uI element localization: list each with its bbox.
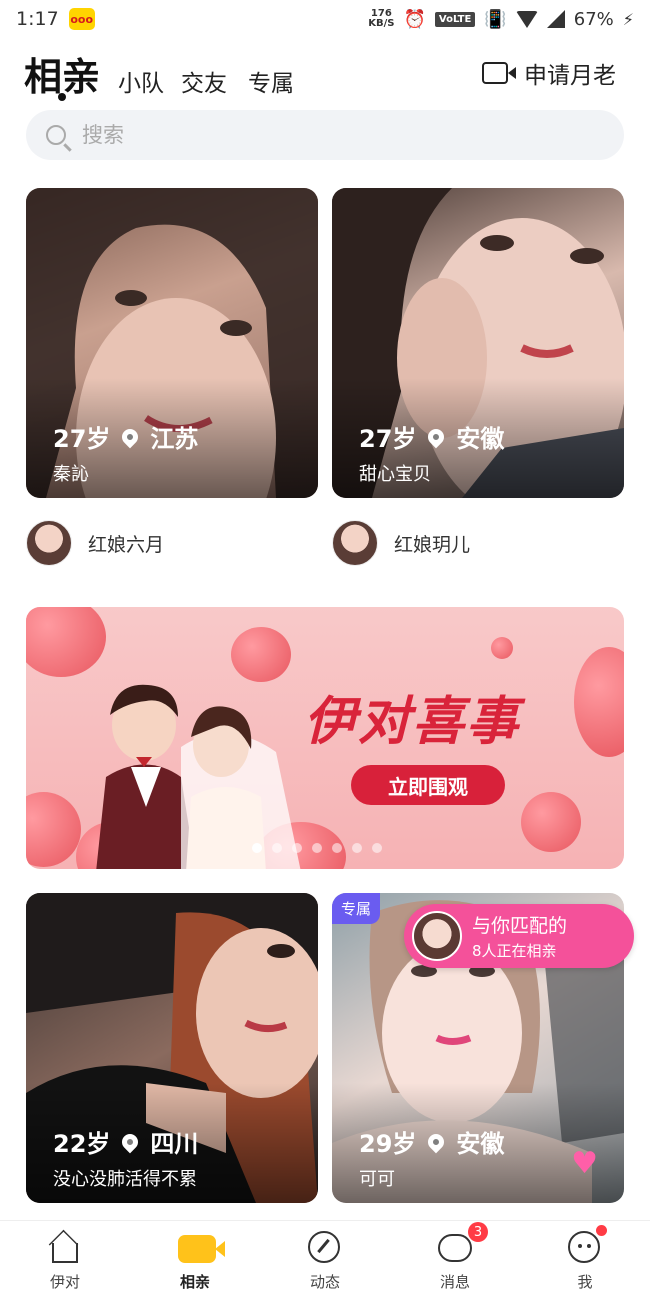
promo-banner[interactable]: 伊对喜事 立即围观 xyxy=(26,607,624,869)
profile-face-icon xyxy=(568,1231,600,1263)
card-name: 没心没肺活得不累 xyxy=(53,1169,197,1190)
match-notification-pill[interactable]: 与你匹配的 8人正在相亲 xyxy=(404,904,634,968)
carousel-dot[interactable] xyxy=(332,843,342,853)
exclusive-badge: 专属 xyxy=(332,893,381,924)
tab-xiaodui[interactable]: 小队 xyxy=(118,64,164,98)
nav-item-wo[interactable]: 我 xyxy=(520,1221,650,1300)
nav-item-yidui[interactable]: 伊对 xyxy=(0,1221,130,1300)
nav-label: 动态 xyxy=(309,1273,340,1291)
battery-percent: 67% xyxy=(573,8,614,30)
status-right: 176 KB/S ⏰ VoLTE 📳 67% ⚡ xyxy=(368,9,634,30)
nav-icon-wrap xyxy=(568,1231,602,1265)
profile-card-3[interactable]: 22岁 四川 没心没肺活得不累 xyxy=(26,893,318,1203)
wifi-icon xyxy=(515,10,538,28)
card-info: 27岁 安徽 甜心宝贝 xyxy=(359,419,504,486)
carousel-dot[interactable] xyxy=(252,843,262,853)
banner-title: 伊对喜事 xyxy=(304,692,521,752)
apply-matchmaker-label: 申请月老 xyxy=(524,63,616,89)
avatar xyxy=(26,520,72,566)
matchmaker-name: 红娘玥儿 xyxy=(394,533,471,556)
carousel-dot[interactable] xyxy=(372,843,382,853)
home-icon xyxy=(52,1243,78,1263)
apply-matchmaker-button[interactable]: 申请月老 xyxy=(482,56,616,90)
nav-label: 我 xyxy=(577,1273,593,1291)
top-header: 相亲 小队 交友 专属 申请月老 xyxy=(0,40,650,102)
location-pin-icon xyxy=(119,1130,142,1153)
signal-icon xyxy=(546,10,565,28)
nav-label: 伊对 xyxy=(49,1273,80,1291)
status-bar: 1:17 ooo 176 KB/S ⏰ VoLTE 📳 67% ⚡ xyxy=(0,0,650,38)
message-icon xyxy=(438,1234,472,1262)
balloon-decoration xyxy=(574,647,624,757)
notification-dot xyxy=(596,1225,607,1236)
card-age: 29岁 xyxy=(359,1130,417,1158)
charging-icon: ⚡ xyxy=(622,9,634,29)
nav-icon-wrap xyxy=(438,1231,472,1265)
carousel-dots xyxy=(252,843,382,853)
net-speed-unit: KB/S xyxy=(368,18,395,29)
vibrate-icon: 📳 xyxy=(484,8,507,30)
volte-icon: VoLTE xyxy=(434,11,476,27)
banner-watch-button[interactable]: 立即围观 xyxy=(351,765,505,805)
search-bar[interactable] xyxy=(26,110,624,160)
match-text: 与你匹配的 8人正在相亲 xyxy=(472,911,567,961)
balloon-decoration xyxy=(26,792,81,867)
avatar xyxy=(332,520,378,566)
location-pin-icon xyxy=(425,425,448,448)
heart-icon[interactable]: ♥ xyxy=(571,1146,598,1181)
card-name: 甜心宝贝 xyxy=(359,464,431,485)
bottom-nav: 伊对 相亲 动态 消息 我 xyxy=(0,1220,650,1300)
carousel-dot[interactable] xyxy=(312,843,322,853)
nav-label: 消息 xyxy=(439,1273,470,1291)
tab-zhuanshu[interactable]: 专属 xyxy=(248,64,294,98)
nav-item-xiaoxi[interactable]: 消息 xyxy=(390,1221,520,1300)
card-info: 27岁 江苏 秦訫 xyxy=(53,419,198,486)
nav-icon-wrap xyxy=(48,1231,82,1265)
card-info: 22岁 四川 没心没肺活得不累 xyxy=(53,1124,198,1191)
compass-icon xyxy=(308,1231,340,1263)
message-count-badge: 3 xyxy=(468,1222,488,1242)
card-location: 安徽 xyxy=(456,425,505,453)
card-location: 安徽 xyxy=(456,1130,505,1158)
match-line-1: 与你匹配的 xyxy=(472,915,568,937)
match-line-2: 8人正在相亲 xyxy=(472,942,557,960)
search-icon xyxy=(46,125,66,145)
carousel-dot[interactable] xyxy=(292,843,302,853)
nav-item-dongtai[interactable]: 动态 xyxy=(260,1221,390,1300)
tab-jiaoyou[interactable]: 交友 xyxy=(181,64,227,98)
video-camera-icon xyxy=(482,62,516,84)
net-speed: 176 KB/S xyxy=(368,9,394,29)
status-time: 1:17 xyxy=(16,8,59,30)
balloon-decoration xyxy=(491,637,513,659)
nav-icon-wrap xyxy=(178,1231,225,1265)
carousel-dot[interactable] xyxy=(272,843,282,853)
search-input[interactable] xyxy=(82,123,562,147)
alarm-icon: ⏰ xyxy=(403,8,426,30)
location-pin-icon xyxy=(425,1130,448,1153)
profile-card-1[interactable]: 27岁 江苏 秦訫 xyxy=(26,188,318,498)
nav-label: 相亲 xyxy=(179,1273,210,1291)
balloon-decoration xyxy=(521,792,581,852)
video-icon xyxy=(178,1235,225,1263)
active-tab-indicator xyxy=(58,93,66,101)
card-location: 四川 xyxy=(150,1130,199,1158)
card-name: 秦訫 xyxy=(53,464,89,485)
card-age: 22岁 xyxy=(53,1130,111,1158)
matchmaker-2[interactable]: 红娘玥儿 xyxy=(332,520,470,566)
nav-icon-wrap xyxy=(308,1231,342,1265)
couple-illustration xyxy=(96,684,301,869)
matchmaker-name: 红娘六月 xyxy=(88,533,165,556)
card-location: 江苏 xyxy=(150,425,199,453)
app-notification-icon: ooo xyxy=(68,8,95,30)
avatar xyxy=(412,911,462,961)
carousel-dot[interactable] xyxy=(352,843,362,853)
matchmaker-1[interactable]: 红娘六月 xyxy=(26,520,164,566)
card-name: 可可 xyxy=(359,1169,395,1190)
nav-item-xiangqin[interactable]: 相亲 xyxy=(130,1221,260,1300)
card-info: 29岁 安徽 可可 xyxy=(359,1124,504,1191)
card-age: 27岁 xyxy=(359,425,417,453)
card-age: 27岁 xyxy=(53,425,111,453)
profile-card-2[interactable]: 27岁 安徽 甜心宝贝 xyxy=(332,188,624,498)
location-pin-icon xyxy=(119,425,142,448)
